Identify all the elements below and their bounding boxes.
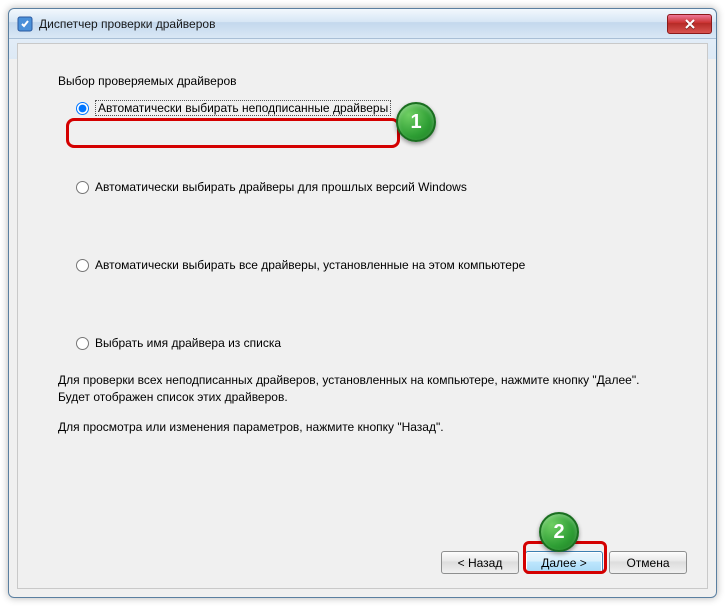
radio-label: Автоматически выбирать все драйверы, уст…	[95, 258, 525, 272]
annotation-badge-2: 2	[539, 512, 579, 552]
radio-option-all-drivers[interactable]: Автоматически выбирать все драйверы, уст…	[76, 258, 667, 272]
info-text-2: Для просмотра или изменения параметров, …	[58, 419, 667, 436]
cancel-button[interactable]: Отмена	[609, 551, 687, 574]
close-button[interactable]	[667, 14, 712, 34]
window-title: Диспетчер проверки драйверов	[39, 17, 667, 31]
button-bar: < Назад Далее > Отмена	[441, 551, 687, 574]
back-button[interactable]: < Назад	[441, 551, 519, 574]
radio-input[interactable]	[76, 181, 89, 194]
group-title: Выбор проверяемых драйверов	[58, 74, 667, 88]
titlebar: Диспетчер проверки драйверов	[9, 9, 716, 39]
radio-label: Автоматически выбирать драйверы для прош…	[95, 180, 467, 194]
radio-input[interactable]	[76, 259, 89, 272]
radio-input[interactable]	[76, 102, 89, 115]
radio-option-old-windows[interactable]: Автоматически выбирать драйверы для прош…	[76, 180, 667, 194]
dialog-window: Диспетчер проверки драйверов Выбор прове…	[8, 8, 717, 598]
radio-group: Автоматически выбирать неподписанные дра…	[76, 100, 667, 350]
radio-label: Автоматически выбирать неподписанные дра…	[95, 100, 391, 116]
info-text-1: Для проверки всех неподписанных драйверо…	[58, 372, 667, 407]
close-icon	[684, 19, 696, 29]
radio-option-unsigned[interactable]: Автоматически выбирать неподписанные дра…	[76, 100, 667, 116]
radio-label: Выбрать имя драйвера из списка	[95, 336, 281, 350]
radio-input[interactable]	[76, 337, 89, 350]
next-button[interactable]: Далее >	[525, 551, 603, 574]
radio-option-from-list[interactable]: Выбрать имя драйвера из списка	[76, 336, 667, 350]
app-icon	[17, 16, 33, 32]
client-area: Выбор проверяемых драйверов Автоматическ…	[17, 43, 708, 589]
